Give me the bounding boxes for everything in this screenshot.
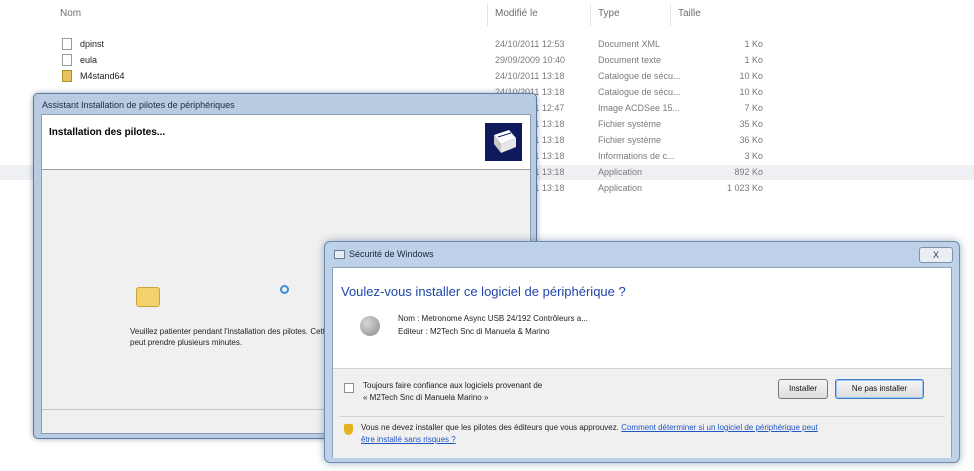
column-header-modified[interactable]: Modifié le	[495, 8, 538, 19]
security-lower-panel: Toujours faire confiance aux logiciels p…	[333, 368, 951, 458]
help-link-continuation[interactable]: être installé sans risques ?	[361, 435, 456, 444]
file-size: 10 Ko	[739, 87, 763, 97]
file-size: 1 Ko	[744, 55, 763, 65]
file-row[interactable]: dpinst 24/10/2011 12:53 Document XML 1 K…	[0, 37, 974, 52]
wizard-hardware-logo-icon	[485, 123, 522, 161]
file-type: Fichier système	[598, 135, 662, 145]
install-question: Voulez-vous installer ce logiciel de pér…	[341, 284, 626, 299]
warning-text: Vous ne devez installer que les pilotes …	[361, 423, 818, 432]
file-name: dpinst	[80, 39, 105, 49]
device-publisher: Editeur : M2Tech Snc di Manuela & Marino	[398, 327, 550, 336]
file-size: 7 Ko	[744, 103, 763, 113]
file-row[interactable]: eula 29/09/2009 10:40 Document texte 1 K…	[0, 53, 974, 68]
file-row[interactable]: M4stand64 24/10/2011 13:18 Catalogue de …	[0, 69, 974, 84]
wizard-title: Assistant Installation de pilotes de pér…	[42, 100, 235, 110]
file-type: Image ACDSee 15...	[598, 103, 681, 113]
file-type: Catalogue de sécu...	[598, 87, 681, 97]
file-type: Application	[598, 167, 643, 177]
file-size: 1 023 Ko	[726, 183, 763, 193]
always-trust-publisher-label: « M2Tech Snc di Manuela Marino »	[363, 393, 489, 402]
file-size: 36 Ko	[739, 135, 763, 145]
catalog-icon	[62, 70, 72, 82]
warning-message: Vous ne devez installer que les pilotes …	[361, 423, 619, 432]
column-divider[interactable]	[590, 4, 591, 26]
file-type: Document texte	[598, 55, 662, 65]
divider	[339, 416, 945, 417]
window-icon	[334, 250, 345, 259]
file-name: eula	[80, 55, 98, 65]
column-divider[interactable]	[670, 4, 671, 26]
file-size: 892 Ko	[734, 167, 763, 177]
do-not-install-button[interactable]: Ne pas installer	[835, 379, 924, 399]
busy-spinner-icon	[280, 285, 289, 294]
file-name: M4stand64	[80, 71, 125, 81]
security-dialog-content: Voulez-vous installer ce logiciel de pér…	[332, 267, 952, 458]
file-type: Catalogue de sécu...	[598, 71, 681, 81]
help-link[interactable]: Comment déterminer si un logiciel de pér…	[621, 423, 818, 432]
file-modified: 24/10/2011 13:18	[495, 71, 565, 81]
folder-icon	[136, 287, 160, 307]
file-modified: 29/09/2009 10:40	[495, 55, 566, 65]
file-size: 3 Ko	[744, 151, 763, 161]
device-icon	[360, 316, 380, 336]
file-type: Fichier système	[598, 119, 662, 129]
column-header-name[interactable]: Nom	[60, 8, 81, 19]
always-trust-label: Toujours faire confiance aux logiciels p…	[363, 381, 543, 390]
wizard-header: Installation des pilotes...	[42, 115, 530, 170]
security-dialog-title: Sécurité de Windows	[349, 249, 434, 259]
file-size: 10 Ko	[739, 71, 763, 81]
document-icon	[62, 54, 72, 66]
device-name: Nom : Metronome Async USB 24/192 Contrôl…	[398, 314, 588, 323]
file-type: Informations de c...	[598, 151, 675, 161]
shield-icon	[344, 424, 353, 435]
document-icon	[62, 38, 72, 50]
file-modified: 24/10/2011 12:53	[495, 39, 565, 49]
windows-security-dialog[interactable]: Sécurité de Windows X Voulez-vous instal…	[324, 241, 960, 463]
file-size: 35 Ko	[739, 119, 763, 129]
close-button[interactable]: X	[919, 247, 953, 263]
wizard-heading: Installation des pilotes...	[49, 127, 166, 138]
file-type: Document XML	[598, 39, 661, 49]
file-type: Application	[598, 183, 643, 193]
always-trust-checkbox[interactable]	[344, 383, 354, 393]
column-divider[interactable]	[487, 4, 488, 26]
file-size: 1 Ko	[744, 39, 763, 49]
column-header-size[interactable]: Taille	[678, 8, 701, 19]
install-button[interactable]: Installer	[778, 379, 828, 399]
column-header-type[interactable]: Type	[598, 8, 620, 19]
